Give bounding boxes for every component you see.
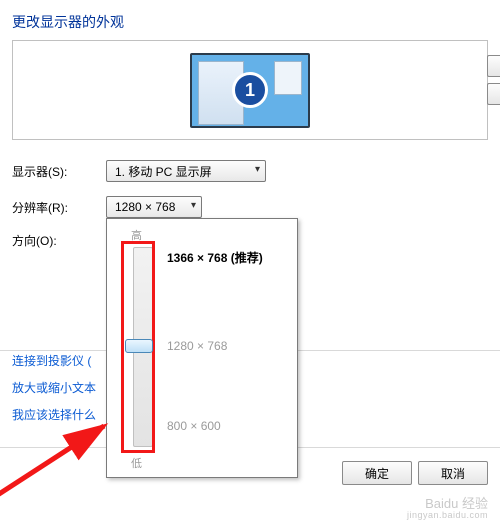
watermark-main: Baidu 经验 — [407, 497, 488, 511]
display-label: 显示器(S): — [12, 163, 106, 180]
page-title: 更改显示器的外观 — [0, 0, 500, 40]
resolution-popup: 高 1366 × 768 (推荐) 1280 × 768 800 × 600 低 — [106, 218, 298, 478]
resolution-select[interactable]: 1280 × 768 — [106, 196, 202, 218]
display-select[interactable]: 1. 移动 PC 显示屏 — [106, 160, 266, 182]
link-help[interactable]: 我应该选择什么 — [12, 406, 96, 423]
monitor-thumbnail[interactable]: 1 — [190, 53, 310, 128]
link-text-size[interactable]: 放大或缩小文本 — [12, 379, 96, 396]
resolution-option[interactable]: 800 × 600 — [167, 419, 221, 433]
link-projector[interactable]: 连接到投影仪 ( — [12, 352, 96, 369]
orientation-label: 方向(O): — [12, 232, 106, 249]
ok-button[interactable]: 确定 — [342, 461, 412, 485]
slider-low-label: 低 — [131, 455, 142, 471]
slider-high-label: 高 — [131, 227, 142, 243]
resolution-option[interactable]: 1280 × 768 — [167, 339, 227, 353]
resolution-option[interactable]: 1366 × 768 (推荐) — [167, 249, 263, 266]
cancel-button[interactable]: 取消 — [418, 461, 488, 485]
resolution-select-value: 1280 × 768 — [115, 200, 175, 214]
resolution-label: 分辨率(R): — [12, 199, 106, 216]
annotation-arrow — [0, 418, 116, 498]
monitor-badge: 1 — [232, 72, 268, 108]
watermark-sub: jingyan.baidu.com — [407, 511, 488, 521]
monitor-preview: 1 — [12, 40, 488, 140]
watermark: Baidu 经验 jingyan.baidu.com — [407, 497, 488, 521]
resolution-slider-thumb[interactable] — [125, 339, 153, 353]
display-select-value: 1. 移动 PC 显示屏 — [115, 163, 212, 180]
detect-button[interactable] — [487, 55, 500, 77]
identify-button[interactable] — [487, 83, 500, 105]
